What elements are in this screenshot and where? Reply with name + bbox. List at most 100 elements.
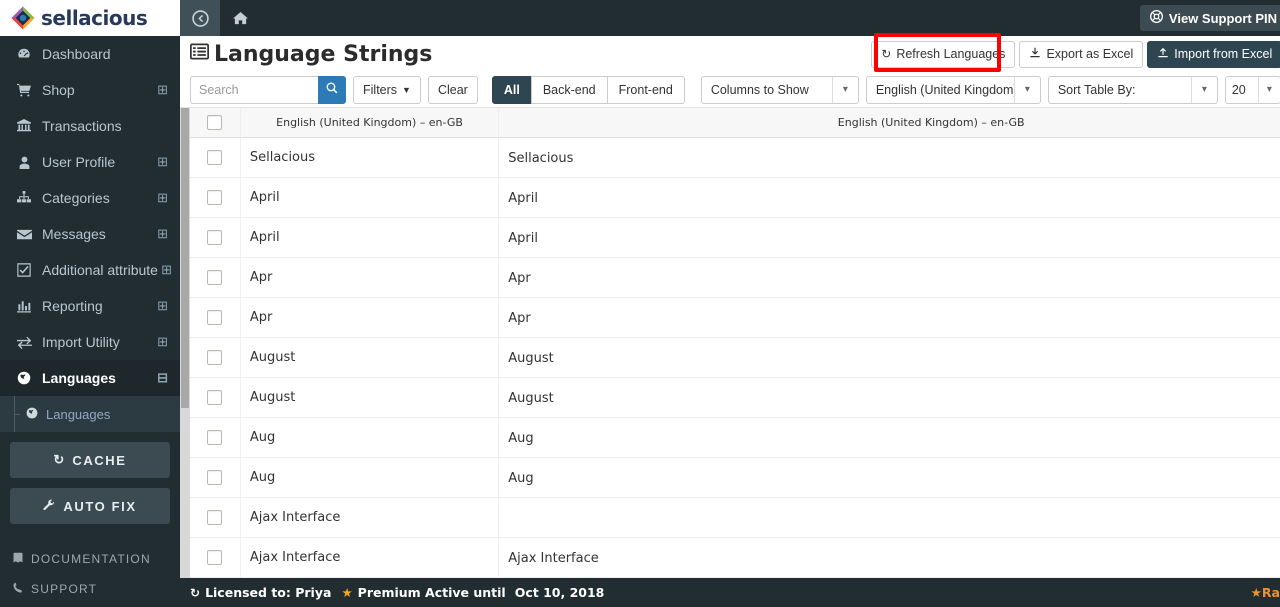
cell-source-string[interactable]: August xyxy=(240,337,500,378)
cell-source-string[interactable]: Apr xyxy=(240,297,500,338)
row-checkbox[interactable] xyxy=(207,389,223,405)
expand-icon[interactable]: ⊞ xyxy=(154,298,168,314)
expand-icon[interactable]: ⊞ xyxy=(154,154,168,170)
cell-translated-string[interactable]: August xyxy=(498,377,1280,418)
search-button[interactable] xyxy=(318,75,346,104)
sidebar-item-label: Transactions xyxy=(42,118,122,134)
content-scrollbar-thumb[interactable] xyxy=(181,108,189,408)
expand-icon[interactable]: ⊞ xyxy=(154,226,168,242)
table-row[interactable]: AprApr✖No xyxy=(190,297,1280,338)
clear-button[interactable]: Clear xyxy=(427,75,478,104)
sidebar-item-messages[interactable]: Messages ⊞ xyxy=(0,216,180,252)
export-as-excel-label: Export as Excel xyxy=(1046,47,1134,61)
cell-translated-string[interactable]: August xyxy=(498,337,1280,378)
cell-translated-string[interactable]: Apr xyxy=(498,297,1280,338)
sidebar-item-languages-child[interactable]: Languages xyxy=(0,396,180,432)
import-from-excel-button[interactable]: Import from Excel xyxy=(1147,40,1280,68)
cell-source-string[interactable]: Ajax Interface xyxy=(240,497,500,538)
home-icon[interactable] xyxy=(220,0,260,36)
table-row[interactable]: AprilApril✖No xyxy=(190,217,1280,258)
row-checkbox[interactable] xyxy=(207,429,223,445)
language-select[interactable]: English (United Kingdom) ▾ xyxy=(865,75,1041,104)
sidebar-item-transactions[interactable]: Transactions xyxy=(0,108,180,144)
table-body: SellaciousSellacious✖NoAprilApril✖NoApri… xyxy=(190,137,1280,578)
clear-label: Clear xyxy=(437,82,468,97)
table-row[interactable]: Ajax InterfaceAjax Interface✖No xyxy=(190,537,1280,578)
table-row[interactable]: AugAug✖No xyxy=(190,457,1280,498)
cache-button[interactable]: ↻ CACHE xyxy=(10,442,170,478)
support-link[interactable]: SUPPORT xyxy=(12,574,180,604)
cell-source-string[interactable]: April xyxy=(240,177,500,218)
column-header-source[interactable]: English (United Kingdom) – en-GB xyxy=(240,108,500,138)
cell-source-string[interactable]: August xyxy=(240,377,500,418)
rate-us-on-jed-link[interactable]: ★ Rate us on JED xyxy=(1251,585,1280,600)
refresh-icon[interactable]: ↻ xyxy=(190,586,200,600)
cell-translated-string[interactable] xyxy=(498,497,1280,538)
table-row[interactable]: AprilApril✖No xyxy=(190,177,1280,218)
back-button[interactable] xyxy=(180,0,220,36)
filters-button[interactable]: Filters ▼ xyxy=(353,75,421,104)
column-header-translation[interactable]: English (United Kingdom) – en-GB xyxy=(498,108,1280,138)
table-row[interactable]: AugustAugust✖No xyxy=(190,337,1280,378)
row-checkbox[interactable] xyxy=(207,229,223,245)
select-all-checkbox[interactable] xyxy=(207,114,223,130)
sort-table-by-select[interactable]: Sort Table By: ▾ xyxy=(1047,75,1218,104)
row-checkbox[interactable] xyxy=(207,509,223,525)
collapse-icon[interactable]: ⊟ xyxy=(154,370,168,386)
cell-translated-string[interactable]: Sellacious xyxy=(498,137,1280,178)
expand-icon[interactable]: ⊞ xyxy=(154,334,168,350)
expand-icon[interactable]: ⊞ xyxy=(158,262,172,278)
cell-translated-string[interactable]: Ajax Interface xyxy=(498,537,1280,578)
content-scrollbar[interactable] xyxy=(180,108,190,578)
top-bar: View Support PIN xyxy=(180,0,1280,36)
cell-source-string[interactable]: Sellacious xyxy=(240,137,500,178)
auto-fix-button[interactable]: AUTO FIX xyxy=(10,488,170,524)
table-row[interactable]: AugustAugust✖No xyxy=(190,377,1280,418)
row-checkbox[interactable] xyxy=(207,469,223,485)
table-row[interactable]: Ajax Interface✖No xyxy=(190,497,1280,538)
sidebar-item-categories[interactable]: Categories ⊞ xyxy=(0,180,180,216)
tab-back-end[interactable]: Back-end xyxy=(530,75,608,104)
chevron-down-icon: ▾ xyxy=(1013,76,1040,103)
cell-translated-string[interactable]: Aug xyxy=(498,417,1280,458)
row-checkbox[interactable] xyxy=(207,349,223,365)
cell-source-string[interactable]: Aug xyxy=(240,417,500,458)
sidebar-item-import-utility[interactable]: Import Utility ⊞ xyxy=(0,324,180,360)
row-checkbox[interactable] xyxy=(207,269,223,285)
table-row[interactable]: SellaciousSellacious✖No xyxy=(190,137,1280,178)
cell-source-string[interactable]: Apr xyxy=(240,257,500,298)
row-checkbox[interactable] xyxy=(207,309,223,325)
cell-source-string[interactable]: Aug xyxy=(240,457,500,498)
export-as-excel-button[interactable]: Export as Excel xyxy=(1019,40,1144,68)
sidebar-item-additional-attribute[interactable]: Additional attribute ⊞ xyxy=(0,252,180,288)
page-limit-select[interactable]: 20 ▾ xyxy=(1224,75,1280,104)
sidebar-subnav-languages: Languages xyxy=(0,396,180,432)
sidebar-item-languages[interactable]: Languages ⊟ xyxy=(0,360,180,396)
search-input[interactable] xyxy=(190,75,318,104)
row-checkbox[interactable] xyxy=(207,189,223,205)
dashboard-icon xyxy=(14,47,34,61)
sidebar-item-reporting[interactable]: Reporting ⊞ xyxy=(0,288,180,324)
documentation-link[interactable]: DOCUMENTATION xyxy=(12,544,180,574)
tab-front-end[interactable]: Front-end xyxy=(606,75,685,104)
columns-to-show-select[interactable]: Columns to Show ▾ xyxy=(700,75,859,104)
sidebar-item-user-profile[interactable]: User Profile ⊞ xyxy=(0,144,180,180)
brand-header[interactable]: sellacious xyxy=(0,0,180,36)
cell-translated-string[interactable]: Aug xyxy=(498,457,1280,498)
expand-icon[interactable]: ⊞ xyxy=(154,82,168,98)
refresh-languages-button[interactable]: ↻ Refresh Languages xyxy=(871,40,1016,68)
sidebar-item-shop[interactable]: Shop ⊞ xyxy=(0,72,180,108)
table-row[interactable]: AprApr✖No xyxy=(190,257,1280,298)
row-checkbox[interactable] xyxy=(207,149,223,165)
cell-source-string[interactable]: Ajax Interface xyxy=(240,537,500,578)
tab-all[interactable]: All xyxy=(491,75,532,104)
cell-translated-string[interactable]: April xyxy=(498,177,1280,218)
cell-source-string[interactable]: April xyxy=(240,217,500,258)
cell-translated-string[interactable]: Apr xyxy=(498,257,1280,298)
expand-icon[interactable]: ⊞ xyxy=(154,190,168,206)
view-support-pin-button[interactable]: View Support PIN xyxy=(1139,5,1280,31)
cell-translated-string[interactable]: April xyxy=(498,217,1280,258)
row-checkbox[interactable] xyxy=(207,549,223,565)
table-row[interactable]: AugAug✖No xyxy=(190,417,1280,458)
sidebar-item-dashboard[interactable]: Dashboard xyxy=(0,36,180,72)
